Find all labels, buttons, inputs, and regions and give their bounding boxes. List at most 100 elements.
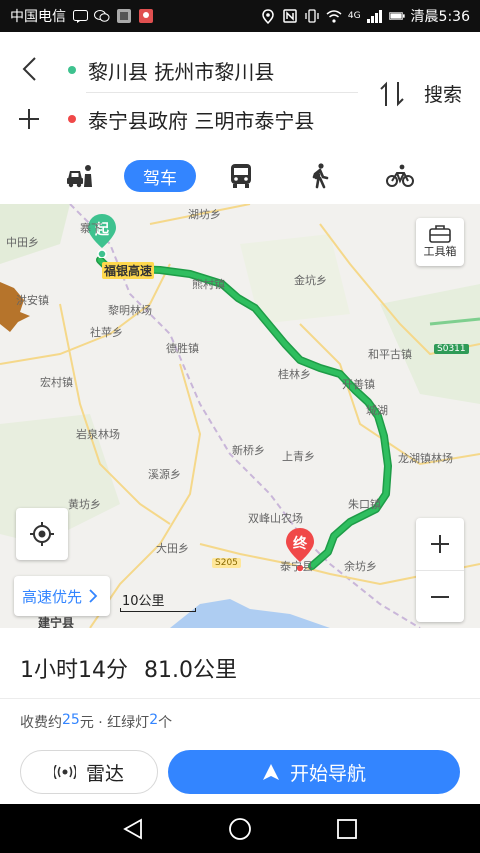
- place-label: 寨下: [80, 222, 102, 235]
- minus-icon: [431, 595, 449, 598]
- place-label: 城湖: [366, 404, 388, 417]
- place-label: 和平古镇: [368, 348, 412, 361]
- toolbox-button[interactable]: 工具箱: [416, 218, 464, 266]
- place-label: 余坊乡: [344, 560, 377, 573]
- traffic-lights-unit: 个: [158, 715, 173, 731]
- circle-home-icon: [229, 818, 251, 840]
- tab-bike[interactable]: [384, 160, 416, 192]
- route-preference-button[interactable]: 高速优先: [14, 576, 110, 616]
- place-label: 龙湖镇林场: [398, 452, 453, 465]
- fee-unit: 元 · 红绿灯: [79, 715, 150, 731]
- zoom-out-button[interactable]: [416, 570, 464, 622]
- plus-icon: [431, 535, 449, 553]
- place-label: 德胜镇: [166, 342, 199, 355]
- route-distance: 81.0公里: [144, 658, 237, 683]
- add-waypoint-button[interactable]: [14, 104, 44, 134]
- wechat-icon: [94, 8, 110, 24]
- place-label: 黎明林场: [108, 304, 152, 317]
- place-label: 湖坊乡: [188, 208, 221, 221]
- road-tag: S205: [212, 558, 241, 568]
- map-scale-label: 10公里: [122, 594, 165, 609]
- tab-taxi[interactable]: [64, 160, 96, 192]
- locate-me-button[interactable]: [16, 508, 68, 560]
- map-pin-app-icon: [138, 8, 154, 24]
- search-button[interactable]: 搜索: [424, 80, 462, 107]
- highway-tag: S0311: [434, 344, 469, 354]
- status-bar: 中国电信 4G 清晨5:36: [0, 0, 480, 32]
- tab-bus[interactable]: [226, 160, 256, 192]
- triangle-back-icon: [123, 818, 142, 840]
- system-nav-bar: [0, 804, 480, 853]
- start-location-field[interactable]: 黎川县 抚州市黎川县: [68, 50, 274, 90]
- place-label: 社苹乡: [90, 326, 123, 339]
- start-navigation-button[interactable]: 开始导航: [168, 750, 460, 794]
- nfc-icon: [282, 8, 298, 24]
- tab-drive-label: 驾车: [143, 168, 177, 189]
- status-left: 中国电信: [10, 6, 154, 26]
- app-icon: [116, 8, 132, 24]
- swap-route-button[interactable]: [374, 76, 410, 112]
- transport-mode-tabs: 驾车: [0, 156, 480, 196]
- radar-button[interactable]: 雷达: [20, 750, 158, 794]
- fee-prefix: 收费约: [20, 715, 62, 731]
- place-label: 岩泉林场: [76, 428, 120, 441]
- end-location-field[interactable]: 泰宁县政府 三明市泰宁县: [68, 99, 314, 139]
- start-location-text: 黎川县 抚州市黎川县: [88, 59, 275, 84]
- radar-icon: [53, 765, 76, 779]
- nav-home-button[interactable]: [227, 816, 253, 842]
- place-label: 双峰山农场: [248, 512, 303, 525]
- message-icon: [72, 8, 88, 24]
- toolbox-icon: [429, 225, 451, 243]
- place-label: 建宁县: [38, 616, 75, 628]
- place-label: 上青乡: [282, 450, 315, 463]
- traffic-lights-value: 2: [149, 712, 159, 728]
- nav-back-button[interactable]: [120, 816, 146, 842]
- map-scale-bar: [120, 608, 196, 612]
- swap-icon: [380, 81, 404, 107]
- route-divider: [86, 92, 358, 93]
- route-preference-label: 高速优先: [22, 587, 83, 606]
- square-recents-icon: [337, 819, 357, 839]
- back-button[interactable]: [14, 54, 44, 84]
- start-dot: [68, 66, 76, 74]
- tab-drive[interactable]: 驾车: [124, 160, 196, 192]
- battery-icon: [388, 8, 405, 24]
- route-header: 黎川县 抚州市黎川县 泰宁县政府 三明市泰宁县 搜索 驾车: [0, 32, 480, 204]
- walk-icon: [312, 163, 329, 189]
- place-label: 桂林乡: [278, 368, 311, 381]
- place-label: 泰宁县: [280, 560, 313, 573]
- vibrate-icon: [304, 8, 320, 24]
- place-label: 宏村镇: [40, 376, 73, 389]
- place-label: 朱口镇: [348, 498, 381, 511]
- route-summary[interactable]: 1小时14分 81.0公里: [20, 652, 237, 684]
- network-type: 4G: [347, 11, 361, 21]
- navigation-arrow-icon: [262, 764, 279, 780]
- place-label: 大田乡: [156, 542, 189, 555]
- status-right: 4G 清晨5:36: [260, 6, 470, 26]
- bike-icon: [386, 164, 414, 187]
- clock: 清晨5:36: [410, 9, 470, 25]
- signal-icon: [366, 8, 383, 24]
- location-icon: [260, 8, 276, 24]
- panel-divider: [0, 698, 480, 699]
- crosshair-icon: [30, 522, 54, 546]
- map-view[interactable]: 起 终 福银高速 S0311 S205 湖坊乡 寨下 中田乡 熊村镇 金坑乡 洪…: [0, 204, 480, 628]
- chevron-left-icon: [22, 57, 36, 81]
- place-label: 开善镇: [342, 378, 375, 391]
- end-location-text: 泰宁县政府 三明市泰宁县: [88, 108, 315, 133]
- place-label: 熊村镇: [192, 278, 225, 291]
- tab-walk[interactable]: [306, 160, 334, 192]
- fee-value: 25: [62, 712, 80, 728]
- place-label: 新桥乡: [232, 444, 265, 457]
- end-marker-label: 终: [293, 536, 307, 552]
- end-dot: [68, 115, 76, 123]
- route-summary-panel: 1小时14分 81.0公里 收费约 25 元 · 红绿灯 2 个 雷达 开始导航: [0, 628, 480, 804]
- bus-icon: [231, 164, 251, 188]
- plus-icon: [19, 109, 39, 129]
- place-label: 金坑乡: [294, 274, 327, 287]
- place-label: 洪安镇: [16, 294, 49, 307]
- zoom-in-button[interactable]: [416, 518, 464, 570]
- taxi-icon: [67, 165, 92, 188]
- radar-label: 雷达: [85, 762, 124, 785]
- nav-recents-button[interactable]: [334, 816, 360, 842]
